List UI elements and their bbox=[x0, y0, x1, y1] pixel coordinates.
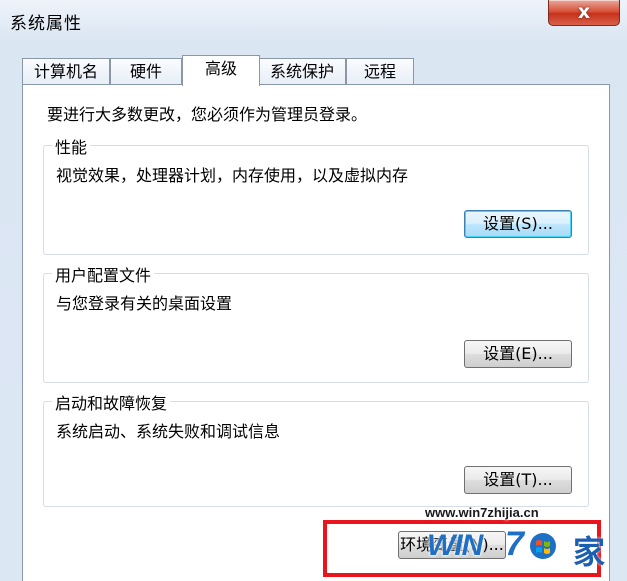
startup-recovery-group-title: 启动和故障恢复 bbox=[52, 390, 171, 414]
tab-system-protection[interactable]: 系统保护 bbox=[258, 58, 346, 84]
system-properties-window: 系统属性 x 计算机名 硬件 系统保护 远程 高级 要进行大多数更改，您必须作为… bbox=[0, 0, 627, 581]
user-profiles-description: 与您登录有关的桌面设置 bbox=[56, 294, 233, 313]
user-profiles-settings-button[interactable]: 设置(E)... bbox=[464, 340, 572, 368]
admin-note: 要进行大多数更改，您必须作为管理员登录。 bbox=[47, 105, 368, 124]
watermark-logo: WIN 7 家 bbox=[425, 525, 621, 571]
performance-description: 视觉效果，处理器计划，内存使用，以及虚拟内存 bbox=[56, 166, 409, 185]
startup-recovery-description: 系统启动、系统失败和调试信息 bbox=[56, 422, 281, 441]
watermark-logo-seven: 7 bbox=[505, 525, 524, 563]
user-profiles-group: 用户配置文件 与您登录有关的桌面设置 设置(E)... bbox=[43, 262, 589, 383]
watermark: www.win7zhijia.cn WIN 7 家 bbox=[425, 505, 621, 571]
tab-hardware[interactable]: 硬件 bbox=[110, 58, 182, 84]
startup-recovery-group: 启动和故障恢复 系统启动、系统失败和调试信息 设置(T)... bbox=[43, 390, 589, 507]
title-bar[interactable]: 系统属性 x bbox=[0, 0, 627, 40]
performance-group-title: 性能 bbox=[52, 134, 91, 158]
window-title: 系统属性 bbox=[10, 14, 82, 34]
close-button[interactable]: x bbox=[548, 0, 620, 26]
watermark-logo-jia: 家 bbox=[573, 533, 606, 571]
close-icon: x bbox=[577, 1, 591, 23]
tab-advanced[interactable]: 高级 bbox=[182, 55, 260, 86]
tab-computer-name[interactable]: 计算机名 bbox=[22, 58, 110, 84]
tab-remote[interactable]: 远程 bbox=[346, 58, 414, 84]
watermark-logo-win: WIN bbox=[427, 529, 483, 562]
performance-settings-button[interactable]: 设置(S)... bbox=[464, 210, 572, 238]
user-profiles-group-title: 用户配置文件 bbox=[52, 262, 155, 286]
watermark-url: www.win7zhijia.cn bbox=[425, 505, 539, 520]
windows-flag-icon bbox=[530, 533, 556, 559]
performance-group: 性能 视觉效果，处理器计划，内存使用，以及虚拟内存 设置(S)... bbox=[43, 134, 589, 255]
startup-recovery-settings-button[interactable]: 设置(T)... bbox=[464, 466, 572, 494]
